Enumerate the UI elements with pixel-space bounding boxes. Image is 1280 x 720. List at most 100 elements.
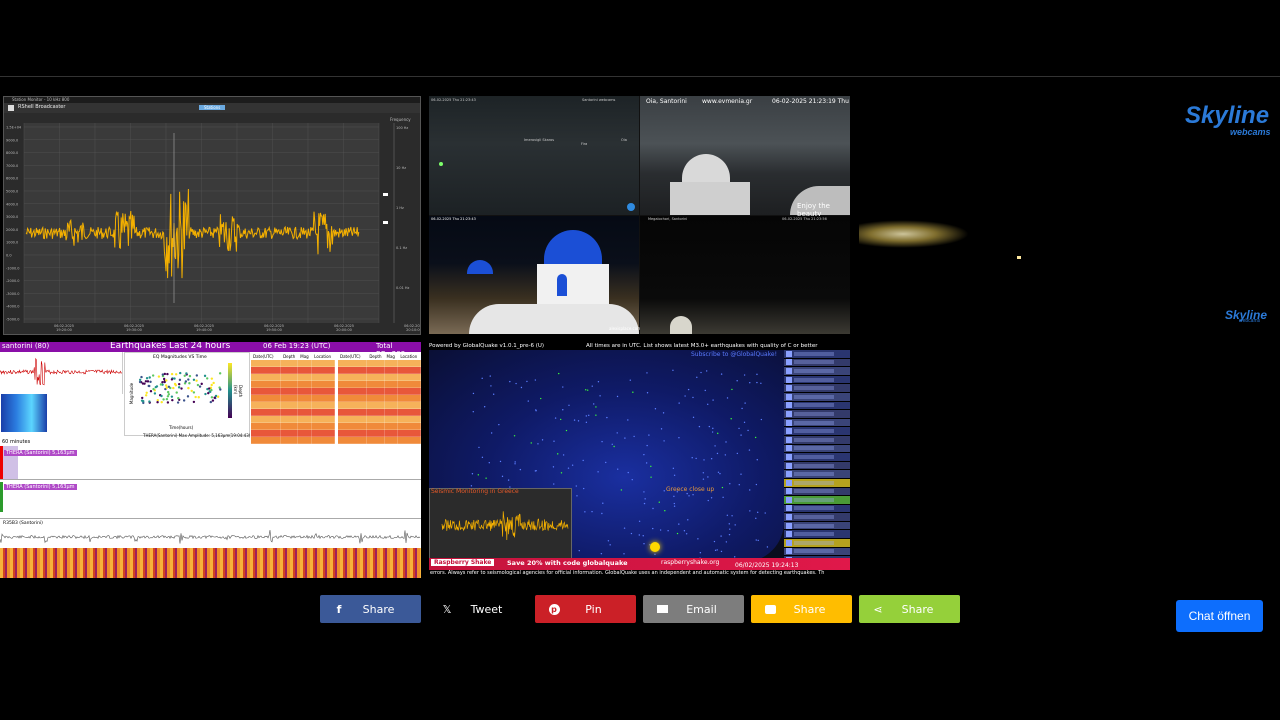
skyline-webcam[interactable]: Skyline webcams [859,96,1280,334]
station-dot [490,385,492,387]
station-dot [710,457,713,460]
list-item[interactable] [784,453,850,462]
globalquake-panel: Powered by GlobalQuake v1.0.1_pre-6 (U) … [429,342,850,578]
list-item[interactable] [784,401,850,411]
station-dot [507,479,510,481]
amp-line-1 [0,479,421,480]
quake-text-bar [794,497,834,502]
list-item[interactable] [784,444,850,454]
list-item[interactable] [784,547,850,557]
list-item[interactable] [784,418,850,428]
scatter-ylabel: Magnitude [129,382,135,405]
skyline-logo[interactable]: Skyline [1185,102,1269,130]
list-item[interactable] [784,375,850,385]
station-dot [658,501,660,503]
list-item[interactable] [784,350,850,359]
scatter-dot [190,389,193,393]
event-marker [650,542,660,552]
frequency-tick-label: 10 Hz [396,166,406,170]
list-item[interactable] [784,487,850,497]
station-dot [643,502,646,505]
list-item[interactable] [784,367,850,376]
station-dot [740,473,742,475]
scatter-dot [160,400,163,404]
cam1-light [439,162,443,166]
station-dot [684,395,686,397]
scatter-dot [144,380,148,383]
app-icon [8,105,14,111]
station-dot [705,370,708,372]
x-tick-label: 19:20:00 [56,328,72,332]
webcam-1[interactable]: 06-02-2025 Thu 21:23:43 Santorini webcam… [429,96,639,215]
amp-green-mark [0,482,3,512]
list-item[interactable] [784,410,850,419]
list-item[interactable] [784,521,850,531]
facebook-share-button[interactable]: f Share [320,595,421,623]
eq-col-header: Date(UTC) [336,352,368,360]
list-item[interactable] [784,470,850,479]
chat-open-button[interactable]: Chat öffnen [1176,600,1263,632]
top-divider [0,76,1280,77]
table-row [249,415,335,423]
list-item[interactable] [784,427,850,436]
email-share-button[interactable]: Email [643,595,744,623]
station-dot [562,409,564,411]
station-dot [514,461,516,463]
twitter-share-button[interactable]: 𝕏 Tweet [428,595,529,623]
y-tick-label: 8000.0 [6,151,18,155]
station-dot [695,457,697,460]
list-item[interactable] [784,478,850,488]
scatter-dots [138,371,222,405]
village-lights [859,220,969,248]
scatter-dot [218,372,222,375]
list-item[interactable] [784,435,850,445]
station-dot [760,382,762,385]
station-dot [601,512,603,515]
station-dot [719,472,721,475]
eq-date: 06 Feb 19:23 (UTC) [263,342,331,350]
list-item[interactable] [784,539,850,548]
station-dot [726,397,729,399]
webcam-4[interactable]: Megalochori, Santorini 06-02-2025 Thu 21… [640,216,850,334]
list-item[interactable] [784,461,850,471]
sms-share-button[interactable]: Share [751,595,852,623]
scatter-dot [149,390,153,393]
pinterest-share-button[interactable]: p Pin [535,595,636,623]
table-row [336,408,421,416]
sharethis-share-button[interactable]: ⋖ Share [859,595,960,623]
webcam-3[interactable]: 06-02-2025 Thu 21:23:43 alexisplace.com [429,216,641,334]
station-dot [515,382,517,385]
station-dot [568,404,570,407]
y-tick-label: -4000.0 [6,305,20,309]
station-dot [530,442,532,444]
station-dot [654,408,657,410]
station-dot [703,459,705,461]
stations-button[interactable]: Stations [199,105,226,110]
station-dot [472,410,474,413]
station-dot [728,533,731,536]
quake-list[interactable] [784,350,850,578]
list-item[interactable] [784,384,850,393]
webcam-2[interactable]: Oia, Santorini www.evmenia.gr 06-02-2025… [640,96,850,218]
list-item[interactable] [784,530,850,540]
scatter-dot [164,384,168,387]
gq-subscribe[interactable]: Subscribe to @GlobalQuake! [691,351,777,358]
eq-col-header: Date(UTC) [249,352,282,360]
list-item[interactable] [784,513,850,522]
station-dot [642,535,644,537]
station-dot [712,427,714,430]
amp-tag-2: THERA (Santorini) 5,163µm [4,484,77,490]
y-axis-ticks: 1.5E+04 9000.0 8000.0 7000.0 6000.0 5000.0 400… [6,126,22,322]
station-dot [710,497,713,499]
station-dot [578,549,580,552]
y-tick-label: -5000.0 [6,318,20,322]
raspberry-shake-logo: Raspberry Shake [431,559,495,566]
list-item[interactable] [784,504,850,514]
eq-station: santorini (80) [2,342,50,350]
list-item[interactable] [784,392,850,402]
station-dot [627,419,629,421]
list-item[interactable] [784,496,850,505]
eq-table-1-grid: Date(UTC) Depth Mag Location [249,352,335,444]
list-item[interactable] [784,358,850,368]
scatter-dot [210,383,213,387]
